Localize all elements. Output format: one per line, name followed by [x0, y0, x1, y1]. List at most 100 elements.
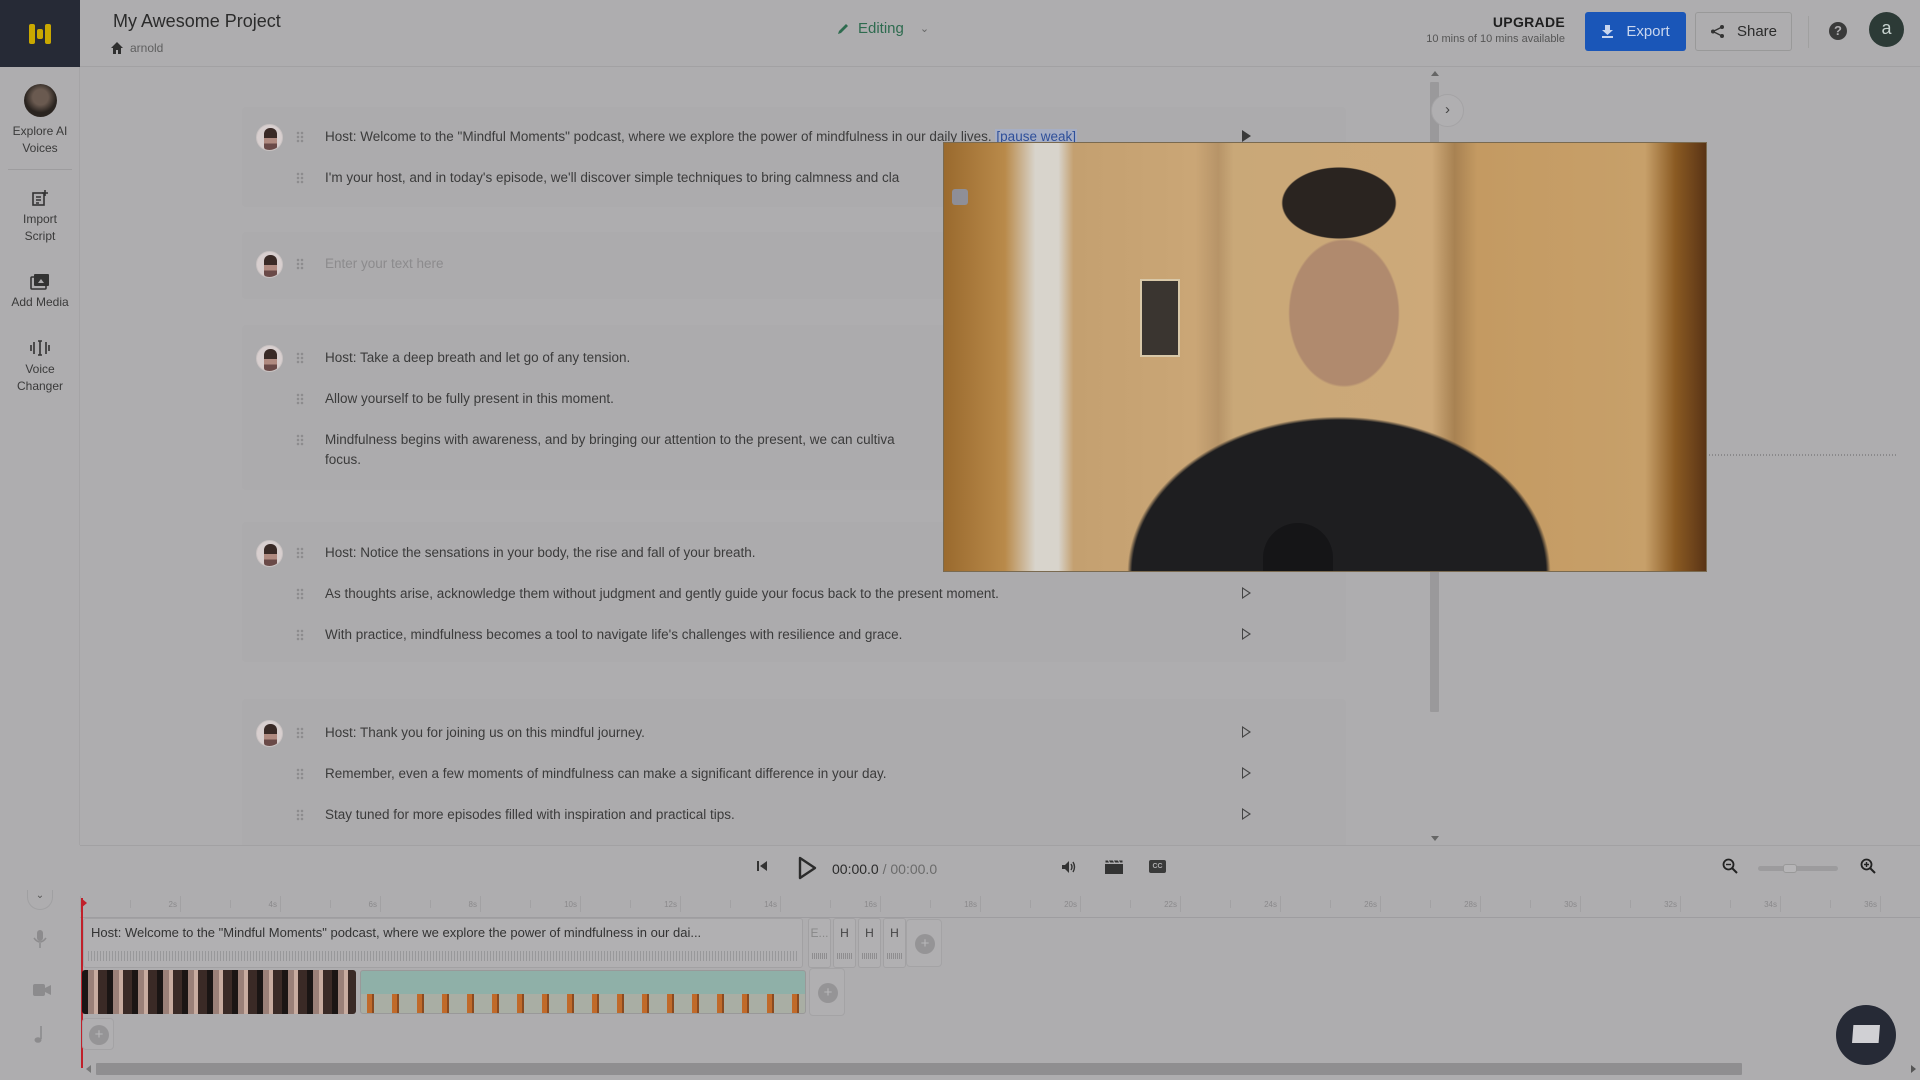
app-logo[interactable] — [0, 0, 80, 67]
sidebar-item-import-script[interactable]: Import Script — [0, 189, 80, 245]
video-camera-icon[interactable] — [33, 984, 51, 996]
script-line[interactable]: Stay tuned for more episodes filled with… — [242, 805, 1346, 827]
line-text[interactable]: I'm your host, and in today's episode, w… — [325, 170, 899, 185]
captions-icon[interactable]: CC — [1149, 860, 1166, 873]
line-text-continued[interactable]: focus. — [325, 452, 361, 467]
collapse-timeline-button[interactable]: ⌄ — [27, 890, 53, 910]
ruler-tick — [980, 896, 981, 912]
drag-handle-icon[interactable] — [296, 547, 304, 559]
play-line-icon[interactable] — [1242, 808, 1251, 820]
zoom-out-icon[interactable] — [1722, 858, 1738, 874]
drag-handle-icon[interactable] — [296, 172, 304, 184]
line-text[interactable]: Host: Welcome to the "Mindful Moments" p… — [325, 129, 992, 144]
mini-voice-clip[interactable]: H — [833, 918, 856, 968]
drag-handle-icon[interactable] — [296, 727, 304, 739]
clip-waveform — [812, 953, 827, 959]
text-input-placeholder[interactable]: Enter your text here — [325, 256, 444, 271]
script-block: Host: Thank you for joining us on this m… — [242, 699, 1346, 845]
slider-knob[interactable] — [1783, 864, 1797, 873]
logo-icon — [29, 23, 51, 44]
drag-handle-icon[interactable] — [296, 131, 304, 143]
drag-handle-icon[interactable] — [296, 629, 304, 641]
microphone-icon[interactable] — [33, 930, 47, 948]
voice-avatar[interactable] — [256, 720, 283, 747]
drag-handle-icon[interactable] — [296, 588, 304, 600]
line-text[interactable]: Host: Take a deep breath and let go of a… — [325, 350, 630, 365]
time-ruler[interactable]: 2s 4s 6s 8s 10s 12s 14s 16s 18s 20s 22s 24s 26s 28s 30… — [80, 890, 1920, 918]
upgrade-link[interactable]: UPGRADE — [1426, 14, 1565, 30]
line-text[interactable]: Allow yourself to be fully present in th… — [325, 391, 614, 406]
video-clip[interactable] — [360, 970, 806, 1014]
voice-avatar[interactable] — [256, 251, 283, 278]
voice-avatar[interactable] — [256, 345, 283, 372]
line-text[interactable]: Remember, even a few moments of mindfuln… — [325, 766, 887, 781]
add-voice-clip-button[interactable]: + — [906, 919, 942, 967]
breadcrumb-user[interactable]: arnold — [130, 41, 163, 55]
play-line-icon[interactable] — [1242, 130, 1251, 142]
scroll-right-arrow[interactable] — [1911, 1065, 1916, 1073]
line-text[interactable]: As thoughts arise, acknowledge them with… — [325, 586, 999, 601]
line-text[interactable]: Stay tuned for more episodes filled with… — [325, 807, 735, 822]
export-button[interactable]: Export — [1585, 12, 1686, 51]
home-icon[interactable] — [110, 41, 124, 55]
script-line[interactable]: As thoughts arise, acknowledge them with… — [242, 584, 1346, 606]
collapse-panel-button[interactable]: › — [1431, 94, 1464, 127]
sidebar-label: Import — [22, 212, 57, 226]
voice-avatar[interactable] — [256, 540, 283, 567]
play-line-icon[interactable] — [1242, 628, 1251, 640]
volume-icon[interactable] — [1061, 860, 1077, 874]
upgrade-section[interactable]: UPGRADE 10 mins of 10 mins available — [1426, 14, 1565, 45]
line-text[interactable]: Mindfulness begins with awareness, and b… — [325, 432, 895, 447]
camera-badge-icon — [952, 189, 968, 205]
drag-handle-icon[interactable] — [296, 809, 304, 821]
mode-dropdown[interactable]: Editing ⌄ — [836, 20, 929, 37]
drag-handle-icon[interactable] — [296, 352, 304, 364]
chat-support-button[interactable] — [1836, 1005, 1896, 1065]
mini-voice-clip[interactable]: H — [883, 918, 906, 968]
script-line[interactable]: Host: Thank you for joining us on this m… — [242, 720, 1346, 747]
play-line-icon[interactable] — [1242, 587, 1251, 599]
mini-voice-clip[interactable]: H — [858, 918, 881, 968]
line-text[interactable]: With practice, mindfulness becomes a too… — [325, 627, 902, 642]
share-button[interactable]: Share — [1695, 12, 1792, 51]
project-title[interactable]: My Awesome Project — [113, 11, 281, 32]
drag-handle-icon[interactable] — [296, 393, 304, 405]
ruler-label: 6s — [368, 900, 377, 909]
add-audio-clip-button[interactable]: + — [82, 1018, 114, 1050]
ruler-tick — [480, 896, 481, 912]
help-icon[interactable]: ? — [1829, 22, 1847, 40]
scroll-down-arrow[interactable] — [1431, 836, 1439, 841]
timeline-scrollbar[interactable] — [86, 1062, 1916, 1076]
ruler-label: 36s — [1864, 900, 1877, 909]
scroll-up-arrow[interactable] — [1431, 71, 1439, 76]
timeline-zoom-slider[interactable] — [1758, 864, 1838, 873]
drag-handle-icon[interactable] — [296, 768, 304, 780]
zoom-in-icon[interactable] — [1860, 858, 1876, 874]
chevron-right-icon: › — [1445, 101, 1450, 118]
sidebar-item-add-media[interactable]: Add Media — [0, 272, 80, 311]
scroll-thumb[interactable] — [96, 1063, 1742, 1075]
play-icon[interactable] — [797, 856, 817, 880]
download-icon — [1602, 25, 1614, 38]
music-note-icon[interactable] — [33, 1026, 45, 1044]
sidebar-item-voice-changer[interactable]: Voice Changer — [0, 339, 80, 395]
line-text[interactable]: Host: Thank you for joining us on this m… — [325, 725, 645, 740]
voice-avatar[interactable] — [256, 124, 283, 151]
play-line-icon[interactable] — [1242, 726, 1251, 738]
script-line[interactable]: Remember, even a few moments of mindfuln… — [242, 764, 1346, 786]
mini-voice-clip[interactable]: E... — [808, 918, 831, 968]
user-avatar[interactable]: a — [1869, 12, 1904, 47]
voice-clip[interactable]: Host: Welcome to the "Mindful Moments" p… — [83, 918, 803, 968]
sidebar-item-explore-ai-voices[interactable]: Explore AI Voices — [0, 84, 80, 157]
line-text[interactable]: Host: Notice the sensations in your body… — [325, 545, 755, 560]
drag-handle-icon[interactable] — [296, 434, 304, 446]
scroll-left-arrow[interactable] — [86, 1065, 91, 1073]
play-line-icon[interactable] — [1242, 767, 1251, 779]
script-line[interactable]: With practice, mindfulness becomes a too… — [242, 625, 1346, 647]
drag-handle-icon[interactable] — [296, 258, 304, 270]
add-video-clip-button[interactable]: + — [809, 968, 845, 1016]
skip-back-icon[interactable] — [756, 860, 768, 872]
webcam-overlay[interactable] — [943, 142, 1707, 572]
video-clip[interactable] — [82, 970, 356, 1014]
clapperboard-icon[interactable] — [1105, 860, 1123, 874]
